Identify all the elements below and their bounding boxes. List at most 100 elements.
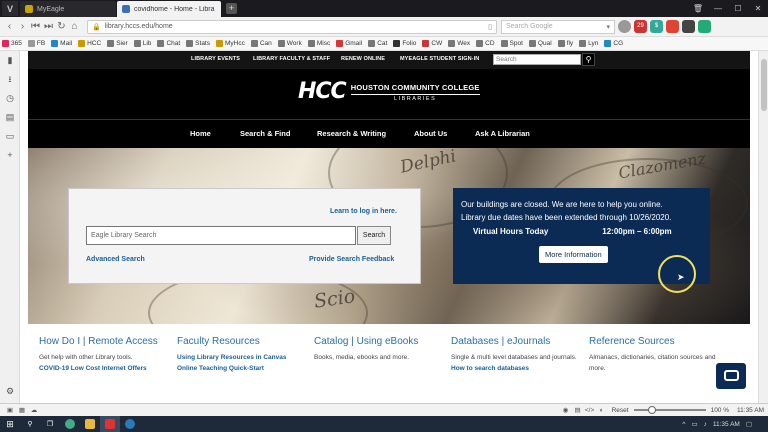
bookmark-cd[interactable]: CD bbox=[476, 40, 495, 47]
more-information-button[interactable]: More Information bbox=[539, 246, 608, 263]
cloud-sync-icon[interactable]: ☁ bbox=[28, 406, 40, 414]
windows-start-icon[interactable]: ⊞ bbox=[0, 416, 20, 432]
bookmark-gmail[interactable]: Gmail bbox=[336, 40, 362, 47]
minimize-button[interactable]: — bbox=[708, 4, 728, 13]
bookmark-fly[interactable]: fly bbox=[557, 40, 573, 47]
scrollbar-thumb[interactable] bbox=[761, 59, 767, 111]
bookmark-lyn[interactable]: Lyn bbox=[579, 40, 598, 47]
bookmark-myhcc[interactable]: MyHcc bbox=[215, 40, 245, 47]
tab-library-home[interactable]: covidhome - Home - Libra bbox=[117, 1, 221, 17]
tab-trash-icon[interactable]: 🗑 bbox=[688, 4, 708, 13]
extension-dark-icon[interactable] bbox=[682, 20, 695, 33]
card-title[interactable]: Databases | eJournals bbox=[451, 336, 589, 347]
taskbar-clock[interactable]: 11:35 AM bbox=[713, 421, 740, 428]
task-view-icon[interactable]: ❐ bbox=[40, 416, 60, 432]
covid-internet-link[interactable]: COVID-19 Low Cost Internet Offers bbox=[39, 363, 177, 374]
bookmark-folio[interactable]: Folio bbox=[393, 40, 416, 47]
zoom-slider[interactable] bbox=[633, 406, 706, 414]
bookmark-lib[interactable]: Lib bbox=[133, 40, 151, 47]
window-panel-icon[interactable]: ▭ bbox=[0, 127, 20, 146]
faculty-staff-link[interactable]: LIBRARY FACULTY & STAFF bbox=[253, 56, 330, 62]
profile-avatar[interactable] bbox=[618, 20, 631, 33]
online-teaching-link[interactable]: Online Teaching Quick-Start bbox=[177, 363, 315, 374]
myeagle-signin-link[interactable]: MYEAGLE STUDENT SIGN-IN bbox=[400, 56, 479, 62]
forward-button[interactable]: › bbox=[16, 21, 29, 32]
volume-icon[interactable]: ♪ bbox=[704, 421, 707, 428]
bookmark-365[interactable]: 365 bbox=[2, 40, 22, 47]
bookmark-misc[interactable]: Misc bbox=[307, 40, 330, 47]
fast-forward-button[interactable]: ⏭ bbox=[42, 21, 55, 32]
reload-button[interactable]: ↻ bbox=[55, 21, 68, 32]
bookmark-cat[interactable]: Cat bbox=[368, 40, 387, 47]
downloads-icon[interactable]: ⭳ bbox=[0, 70, 20, 89]
advanced-search-link[interactable]: Advanced Search bbox=[86, 256, 145, 263]
bookmark-fb[interactable]: FB bbox=[27, 40, 45, 47]
vivaldi-menu-icon[interactable]: V bbox=[2, 1, 18, 16]
add-panel-icon[interactable]: + bbox=[0, 146, 20, 165]
card-title[interactable]: Catalog | Using eBooks bbox=[314, 336, 452, 347]
nav-search-find[interactable]: Search & Find bbox=[240, 129, 290, 138]
bookmark-hcc[interactable]: HCC bbox=[78, 40, 101, 47]
chevron-down-icon[interactable]: ▾ bbox=[606, 23, 610, 31]
search-databases-link[interactable]: How to search databases bbox=[451, 363, 589, 374]
images-icon[interactable]: ▤ bbox=[572, 406, 584, 414]
search-icon[interactable]: ⚲ bbox=[582, 53, 595, 66]
camera-icon[interactable]: ◉ bbox=[560, 406, 572, 414]
extension-mail-icon[interactable]: 29 bbox=[634, 20, 647, 33]
notifications-icon[interactable]: ▢ bbox=[746, 420, 752, 428]
search-engine-field[interactable]: Search Google ▾ bbox=[501, 19, 615, 34]
back-button[interactable]: ‹ bbox=[3, 21, 16, 32]
vivaldi-app-icon[interactable] bbox=[100, 416, 120, 432]
page-actions-icon[interactable]: </> bbox=[584, 407, 596, 414]
bookmark-work[interactable]: Work bbox=[277, 40, 302, 47]
learn-to-login-link[interactable]: Learn to log in here. bbox=[330, 208, 397, 215]
bookmark-wex[interactable]: Wex bbox=[448, 40, 470, 47]
bookmark-spot[interactable]: Spot bbox=[500, 40, 523, 47]
nav-about-us[interactable]: About Us bbox=[414, 129, 447, 138]
hcc-libraries-logo[interactable]: HCC HOUSTON COMMUNITY COLLEGE LIBRARIES bbox=[298, 81, 480, 103]
file-explorer-icon[interactable] bbox=[80, 416, 100, 432]
nav-home[interactable]: Home bbox=[190, 129, 211, 138]
url-field[interactable]: 🔒 library.hccs.edu/home ▯ bbox=[87, 19, 497, 34]
app-icon[interactable] bbox=[120, 416, 140, 432]
new-tab-button[interactable]: + bbox=[226, 3, 237, 14]
bookmark-cg[interactable]: CG bbox=[604, 40, 623, 47]
search-icon[interactable]: ⚲ bbox=[20, 416, 40, 432]
search-feedback-link[interactable]: Provide Search Feedback bbox=[309, 256, 394, 263]
bookmarks-panel-icon[interactable]: ▮ bbox=[0, 51, 20, 70]
history-icon[interactable]: ◷ bbox=[0, 89, 20, 108]
chat-widget-button[interactable] bbox=[716, 363, 746, 389]
library-events-link[interactable]: LIBRARY EVENTS bbox=[191, 56, 240, 62]
page-scrollbar[interactable] bbox=[758, 51, 768, 403]
tab-myeagle[interactable]: MyEagle bbox=[20, 1, 116, 17]
bookmark-qual[interactable]: Qual bbox=[528, 40, 552, 47]
toggle-icon[interactable]: ◐ bbox=[596, 407, 608, 414]
chrome-app-icon[interactable] bbox=[60, 416, 80, 432]
extension-green-icon[interactable] bbox=[698, 20, 711, 33]
extension-red-icon[interactable] bbox=[666, 20, 679, 33]
bookmark-can[interactable]: Can bbox=[250, 40, 272, 47]
zoom-reset-button[interactable]: Reset bbox=[612, 407, 629, 414]
extension-badge-icon[interactable]: $ bbox=[650, 20, 663, 33]
bookmark-stats[interactable]: Stats bbox=[186, 40, 210, 47]
eagle-library-search-input[interactable]: Eagle Library Search bbox=[86, 226, 356, 245]
nav-ask-librarian[interactable]: Ask A Librarian bbox=[475, 129, 530, 138]
zoom-slider-knob[interactable] bbox=[647, 406, 656, 414]
settings-gear-icon[interactable]: ⚙ bbox=[0, 382, 20, 401]
nav-research-writing[interactable]: Research & Writing bbox=[317, 129, 386, 138]
bookmark-mail[interactable]: Mail bbox=[51, 40, 72, 47]
renew-online-link[interactable]: RENEW ONLINE bbox=[341, 56, 385, 62]
canvas-resources-link[interactable]: Using Library Resources in Canvas bbox=[177, 352, 315, 363]
card-title[interactable]: Faculty Resources bbox=[177, 336, 315, 347]
search-button[interactable]: Search bbox=[357, 226, 391, 245]
home-button[interactable]: ⌂ bbox=[68, 21, 81, 32]
bookmark-cw[interactable]: CW bbox=[422, 40, 442, 47]
bookmark-icon[interactable]: ▯ bbox=[488, 23, 492, 31]
tile-tabs-icon[interactable]: ▦ bbox=[16, 406, 28, 414]
rewind-button[interactable]: ⏮ bbox=[29, 21, 42, 32]
card-title[interactable]: Reference Sources bbox=[589, 336, 725, 347]
card-title[interactable]: How Do I | Remote Access bbox=[39, 336, 177, 347]
chevron-up-icon[interactable]: ^ bbox=[682, 421, 685, 428]
bookmark-chat[interactable]: Chat bbox=[157, 40, 180, 47]
panel-toggle-icon[interactable]: ▣ bbox=[4, 406, 16, 414]
